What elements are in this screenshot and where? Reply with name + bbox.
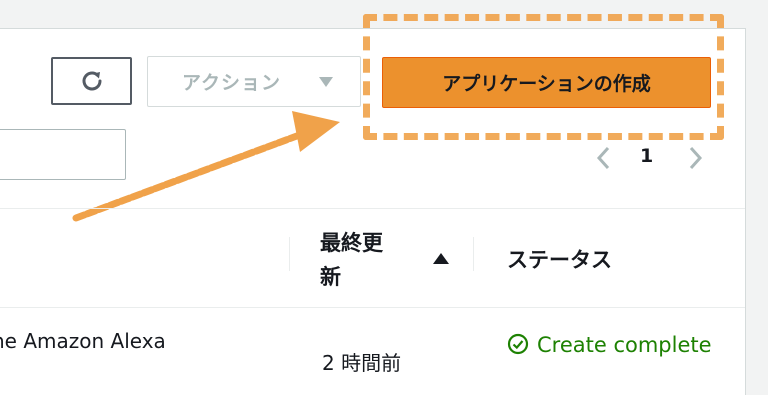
sort-ascending-icon[interactable] xyxy=(433,253,449,264)
search-input[interactable] xyxy=(0,129,126,180)
table-cell-application-name[interactable]: he Amazon Alexa xyxy=(0,329,166,353)
pagination-current-page[interactable]: 1 xyxy=(640,145,653,167)
table-cell-last-updated: 2 時間前 xyxy=(322,351,402,375)
table-header-divider xyxy=(0,307,745,308)
table-top-divider xyxy=(0,208,745,209)
pagination-prev-button[interactable] xyxy=(592,146,616,170)
table-cell-status: Create complete xyxy=(507,327,717,363)
chevron-left-icon xyxy=(596,146,610,170)
column-header-last-updated[interactable]: 最終更新 xyxy=(320,226,390,294)
column-header-status[interactable]: ステータス xyxy=(507,244,612,274)
column-separator xyxy=(473,237,474,271)
column-separator xyxy=(289,237,290,271)
success-check-icon xyxy=(507,333,529,355)
pagination-next-button[interactable] xyxy=(683,146,707,170)
status-text: Create complete xyxy=(537,333,712,357)
chevron-right-icon xyxy=(689,146,703,170)
